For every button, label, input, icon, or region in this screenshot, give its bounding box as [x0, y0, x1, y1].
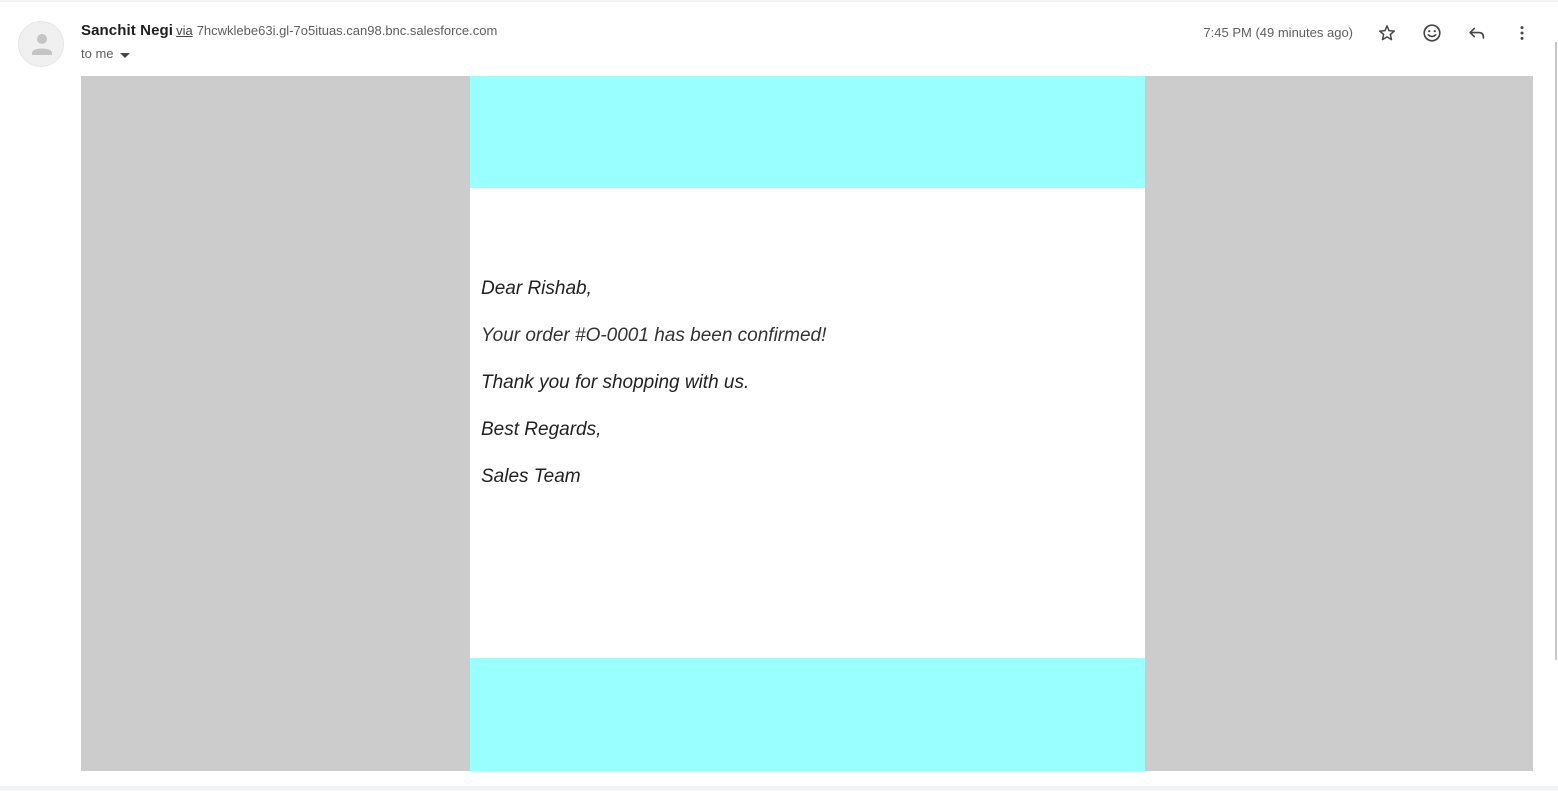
reply-icon [1469, 27, 1485, 39]
sender-line: Sanchit Negi via 7hcwklebe63i.gl-7o5itua… [81, 22, 497, 44]
footer-banner [470, 658, 1145, 771]
email-body: Dear Rishab, Your order #O-0001 has been… [81, 76, 1533, 771]
top-divider [0, 0, 1558, 2]
star-button[interactable] [1369, 15, 1405, 51]
more-vert-icon [1520, 26, 1524, 40]
header-banner [470, 76, 1145, 188]
recipient-details-toggle[interactable]: to me [81, 46, 130, 61]
sender-name[interactable]: Sanchit Negi [81, 22, 173, 39]
star-icon [1379, 25, 1395, 41]
add-reaction-button[interactable] [1414, 15, 1450, 51]
scrollbar[interactable] [1555, 42, 1557, 660]
message-text: Dear Rishab, Your order #O-0001 has been… [481, 278, 1131, 513]
chevron-down-icon[interactable] [119, 52, 130, 58]
sender-avatar[interactable] [18, 21, 64, 67]
reply-button[interactable] [1459, 15, 1495, 51]
signature-text: Sales Team [481, 466, 581, 487]
person-icon [32, 34, 52, 55]
closing-text: Best Regards, [481, 419, 602, 440]
via-link[interactable]: via [176, 23, 193, 38]
order-confirmation-text: Your order #O-0001 has been confirmed! [481, 325, 827, 346]
timestamp: 7:45 PM (49 minutes ago) [1203, 25, 1353, 40]
via-domain: 7hcwklebe63i.gl-7o5ituas.can98.bnc.sales… [196, 23, 498, 38]
bottom-divider [0, 786, 1558, 791]
emoji-reaction-icon [1423, 24, 1441, 42]
recipient-label: to me [81, 46, 114, 61]
greeting-text: Dear Rishab, [481, 278, 592, 299]
more-options-button[interactable] [1504, 15, 1540, 51]
thanks-text: Thank you for shopping with us. [481, 372, 750, 393]
email-content-column: Dear Rishab, Your order #O-0001 has been… [470, 76, 1145, 771]
email-view: Sanchit Negi via 7hcwklebe63i.gl-7o5itua… [0, 0, 1558, 791]
